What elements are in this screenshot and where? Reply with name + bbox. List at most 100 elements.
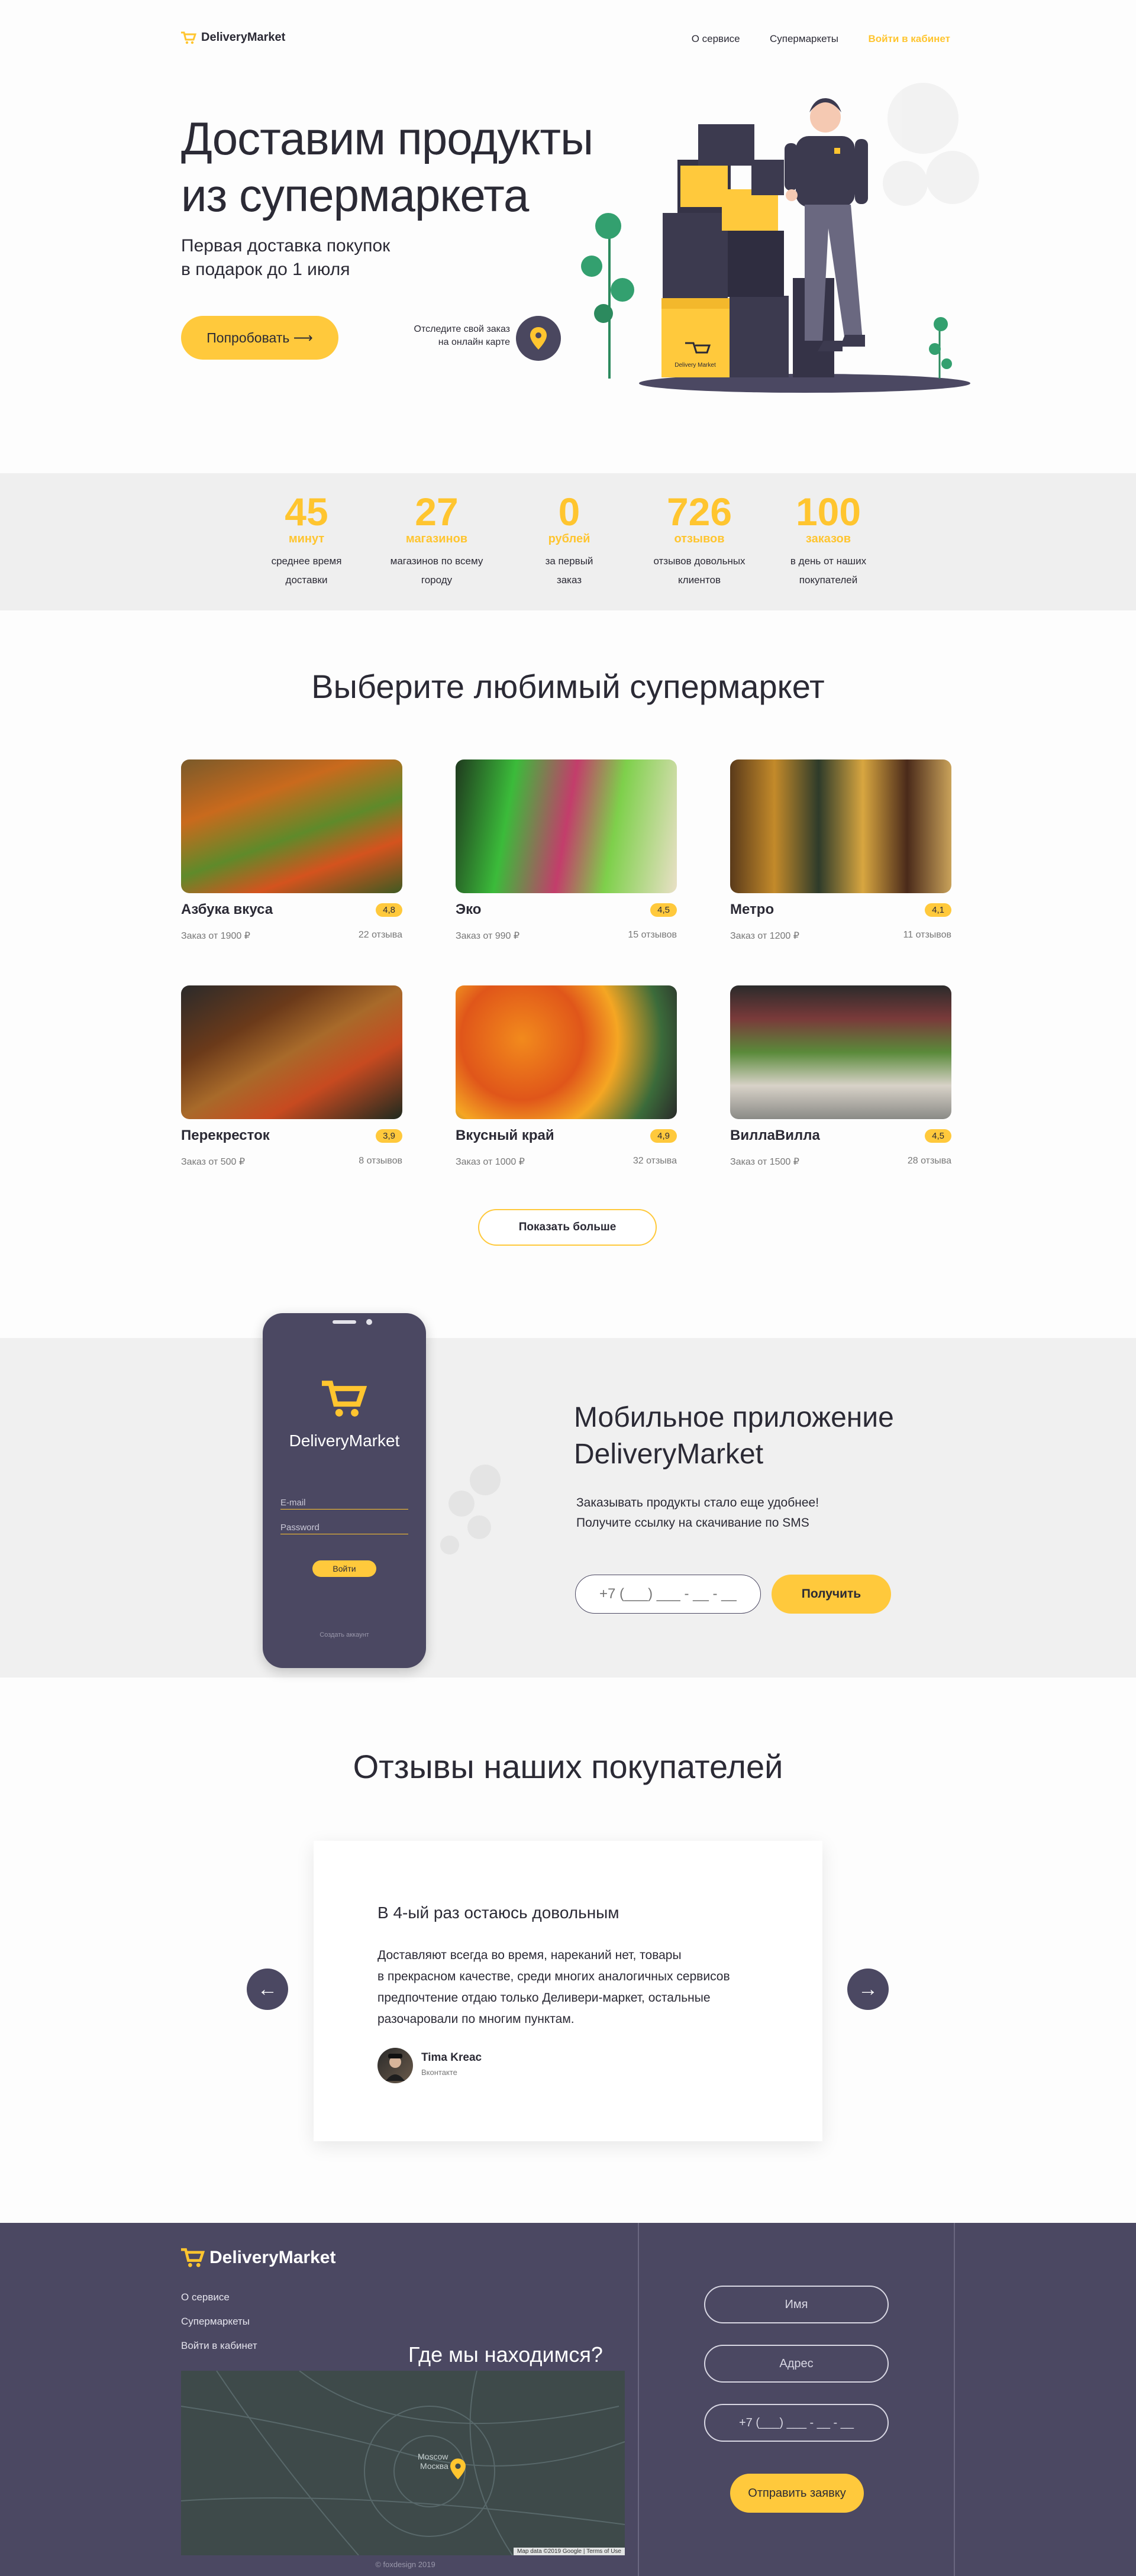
review-source[interactable]: Вконтакте xyxy=(421,2068,457,2077)
map-pin-button[interactable] xyxy=(516,316,561,361)
footer-link-login[interactable]: Войти в кабинет xyxy=(181,2340,257,2351)
decor-leaves xyxy=(440,1465,501,1554)
review-title: В 4-ый раз остаюсь довольным xyxy=(377,1903,619,1922)
app-cart-icon xyxy=(322,1381,367,1417)
try-button[interactable]: Попробовать ⟶ xyxy=(181,316,338,360)
rating-badge: 3,9 xyxy=(376,1129,402,1143)
app-email-field[interactable]: E-mail xyxy=(280,1498,408,1510)
stat-desc: за первый заказ xyxy=(545,555,593,586)
app-description: Заказывать продукты стало еще удобнее! П… xyxy=(576,1493,819,1533)
reviews-count: 15 отзывов xyxy=(628,930,677,940)
submit-request-button[interactable]: Отправить заявку xyxy=(730,2474,864,2513)
arrow-right-icon: → xyxy=(858,1977,878,2000)
store-name: Вкусный край xyxy=(456,1127,554,1143)
header-logo[interactable]: DeliveryMarket xyxy=(181,31,285,44)
footer-divider-right xyxy=(954,2223,955,2576)
nav-about[interactable]: О сервисе xyxy=(692,33,740,44)
stats-section: 45 минут среднее время доставки 27 магази… xyxy=(0,473,1136,610)
review-card: В 4-ый раз остаюсь довольным Доставляют … xyxy=(314,1841,822,2141)
store-name: Эко xyxy=(456,901,482,917)
track-order-text: Отследите свой заказ на онлайн карте xyxy=(379,323,510,349)
stat-unit: магазинов xyxy=(405,532,468,545)
store-image xyxy=(181,759,402,893)
reviews-count: 11 отзывов xyxy=(903,930,951,940)
supermarket-card[interactable]: ВиллаВилла 4,5 Заказ от 1500 ₽ 28 отзыва xyxy=(730,985,951,1168)
next-review-button[interactable]: → xyxy=(847,1969,889,2010)
app-create-account[interactable]: Создать аккаунт xyxy=(263,1631,426,1638)
supermarket-card[interactable]: Вкусный край 4,9 Заказ от 1000 ₽ 32 отзы… xyxy=(456,985,677,1168)
main-nav: О сервисе Супермаркеты Войти в кабинет xyxy=(664,33,950,45)
logo-text: DeliveryMarket xyxy=(201,31,286,44)
cart-icon xyxy=(181,2248,205,2267)
footer-logo-text: DeliveryMarket xyxy=(209,2248,336,2267)
supermarkets-title: Выберите любимый супермаркет xyxy=(311,668,825,705)
app-text-line2: Получите ссылку на скачивание по SMS xyxy=(576,1516,809,1530)
phone-camera xyxy=(366,1319,372,1325)
min-order: Заказ от 1500 ₽ xyxy=(730,1157,799,1167)
hero-subtitle-line1: Первая доставка покупок xyxy=(181,236,390,256)
map-pin-icon xyxy=(450,2458,466,2480)
stat-number: 0 xyxy=(558,490,580,534)
location-map[interactable]: Moscow Москва Map data ©2019 Google | Te… xyxy=(181,2371,625,2555)
store-image xyxy=(730,759,951,893)
min-order: Заказ от 1900 ₽ xyxy=(181,931,250,941)
stat-unit: рублей xyxy=(548,532,590,545)
review-author: Tima Kreac xyxy=(421,2051,482,2064)
phone-speaker xyxy=(333,1320,356,1324)
footer-link-supermarkets[interactable]: Супермаркеты xyxy=(181,2316,250,2327)
min-order: Заказ от 1200 ₽ xyxy=(730,931,799,941)
plant-shadow-right xyxy=(883,83,979,206)
footer-divider-left xyxy=(638,2223,639,2576)
get-link-button[interactable]: Получить xyxy=(772,1575,891,1614)
stat-desc: отзывов довольных клиентов xyxy=(653,555,746,586)
track-line1: Отследите свой заказ xyxy=(414,324,510,334)
stat-delivery-time: 45 минут среднее время доставки xyxy=(241,492,372,590)
hero-title-line2: из супермаркета xyxy=(181,169,529,221)
supermarket-card[interactable]: Азбука вкуса 4,8 Заказ от 1900 ₽ 22 отзы… xyxy=(181,759,402,942)
rating-badge: 4,5 xyxy=(650,903,677,917)
nav-login[interactable]: Войти в кабинет xyxy=(868,33,950,44)
hero-illustration: Delivery Market xyxy=(581,83,979,393)
arrow-left-icon: ← xyxy=(257,1977,277,2000)
supermarket-card[interactable]: Эко 4,5 Заказ от 990 ₽ 15 отзывов xyxy=(456,759,677,942)
min-order: Заказ от 1000 ₽ xyxy=(456,1157,525,1167)
app-login-button[interactable]: Войти xyxy=(312,1560,376,1577)
stat-orders: 100 заказов в день от наших покупателей xyxy=(763,492,893,590)
review-text: Доставляют всегда во время, нареканий не… xyxy=(377,1948,730,2026)
footer-phone-input[interactable] xyxy=(704,2404,889,2442)
stat-number: 100 xyxy=(795,490,861,534)
supermarket-card[interactable]: Перекресток 3,9 Заказ от 500 ₽ 8 отзывов xyxy=(181,985,402,1168)
stat-unit: заказов xyxy=(805,532,851,545)
plant-left xyxy=(581,213,634,379)
name-input[interactable] xyxy=(704,2286,889,2323)
show-more-button[interactable]: Показать больше xyxy=(478,1209,657,1246)
map-city-ru: Москва xyxy=(420,2461,448,2471)
stat-number: 45 xyxy=(285,490,328,534)
supermarket-card[interactable]: Метро 4,1 Заказ от 1200 ₽ 11 отзывов xyxy=(730,759,951,942)
app-password-field[interactable]: Password xyxy=(280,1523,408,1534)
stat-number: 27 xyxy=(415,490,459,534)
app-title-line1: Мобильное приложение xyxy=(574,1402,894,1433)
hero-title-line1: Доставим продукты xyxy=(181,112,593,164)
cart-icon xyxy=(181,31,196,44)
store-name: Метро xyxy=(730,901,774,917)
phone-mockup: DeliveryMarket E-mail Password Войти Соз… xyxy=(263,1313,426,1668)
store-image xyxy=(456,985,677,1119)
address-input[interactable] xyxy=(704,2345,889,2383)
box-label: Delivery Market xyxy=(674,362,716,369)
footer-link-about[interactable]: О сервисе xyxy=(181,2291,230,2303)
nav-supermarkets[interactable]: Супермаркеты xyxy=(770,33,838,44)
stat-desc: магазинов по всему городу xyxy=(390,555,483,586)
reviews-count: 8 отзывов xyxy=(359,1156,402,1166)
reviews-title: Отзывы наших покупателей xyxy=(353,1748,783,1785)
reviews-count: 22 отзыва xyxy=(358,930,402,940)
hero-subtitle-line2: в подарок до 1 июля xyxy=(181,260,350,279)
rating-badge: 4,5 xyxy=(925,1129,951,1143)
copyright: © foxdesign 2019 xyxy=(375,2560,435,2569)
map-attribution[interactable]: Map data ©2019 Google | Terms of Use xyxy=(514,2548,625,2555)
prev-review-button[interactable]: ← xyxy=(247,1969,288,2010)
footer-logo[interactable]: DeliveryMarket xyxy=(181,2248,335,2268)
store-name: Перекресток xyxy=(181,1127,270,1143)
min-order: Заказ от 990 ₽ xyxy=(456,931,520,941)
sms-phone-input[interactable] xyxy=(575,1575,761,1614)
